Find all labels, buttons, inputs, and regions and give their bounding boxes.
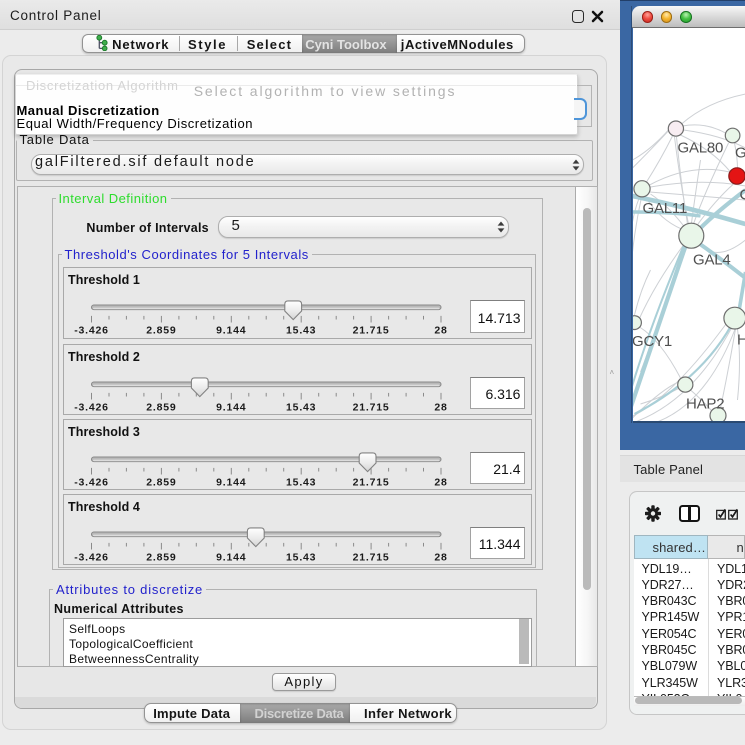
- svg-text:CD: CD: [739, 187, 745, 204]
- svg-text:28: 28: [434, 476, 447, 488]
- svg-text:15.43: 15.43: [286, 476, 316, 488]
- svg-text:21.715: 21.715: [353, 551, 390, 563]
- svg-text:15.43: 15.43: [286, 551, 316, 563]
- svg-text:15.43: 15.43: [286, 401, 316, 413]
- svg-text:2.859: 2.859: [146, 551, 176, 563]
- svg-text:GCY1: GCY1: [633, 333, 672, 350]
- svg-text:-3.426: -3.426: [74, 401, 109, 413]
- svg-text:9.144: 9.144: [216, 325, 246, 337]
- svg-text:2.859: 2.859: [146, 325, 176, 337]
- svg-text:GAL80: GAL80: [677, 139, 723, 156]
- svg-text:21.715: 21.715: [353, 325, 390, 337]
- svg-text:GAL4: GAL4: [693, 252, 731, 269]
- svg-text:9.144: 9.144: [216, 476, 246, 488]
- svg-text:-3.426: -3.426: [74, 325, 109, 337]
- svg-text:HAP2: HAP2: [686, 396, 724, 413]
- svg-text:15.43: 15.43: [286, 325, 316, 337]
- svg-text:28: 28: [434, 401, 447, 413]
- svg-text:2.859: 2.859: [146, 476, 176, 488]
- svg-text:28: 28: [434, 551, 447, 563]
- svg-text:21.715: 21.715: [353, 476, 390, 488]
- svg-text:9.144: 9.144: [216, 401, 246, 413]
- svg-text:28: 28: [434, 325, 447, 337]
- svg-text:9.144: 9.144: [216, 551, 246, 563]
- svg-text:GAL11: GAL11: [642, 200, 687, 217]
- svg-text:2.859: 2.859: [146, 401, 176, 413]
- svg-text:GA: GA: [735, 144, 745, 161]
- svg-text:-3.426: -3.426: [74, 551, 109, 563]
- svg-text:HI: HI: [737, 331, 745, 348]
- svg-text:-3.426: -3.426: [74, 476, 109, 488]
- svg-text:21.715: 21.715: [353, 401, 390, 413]
